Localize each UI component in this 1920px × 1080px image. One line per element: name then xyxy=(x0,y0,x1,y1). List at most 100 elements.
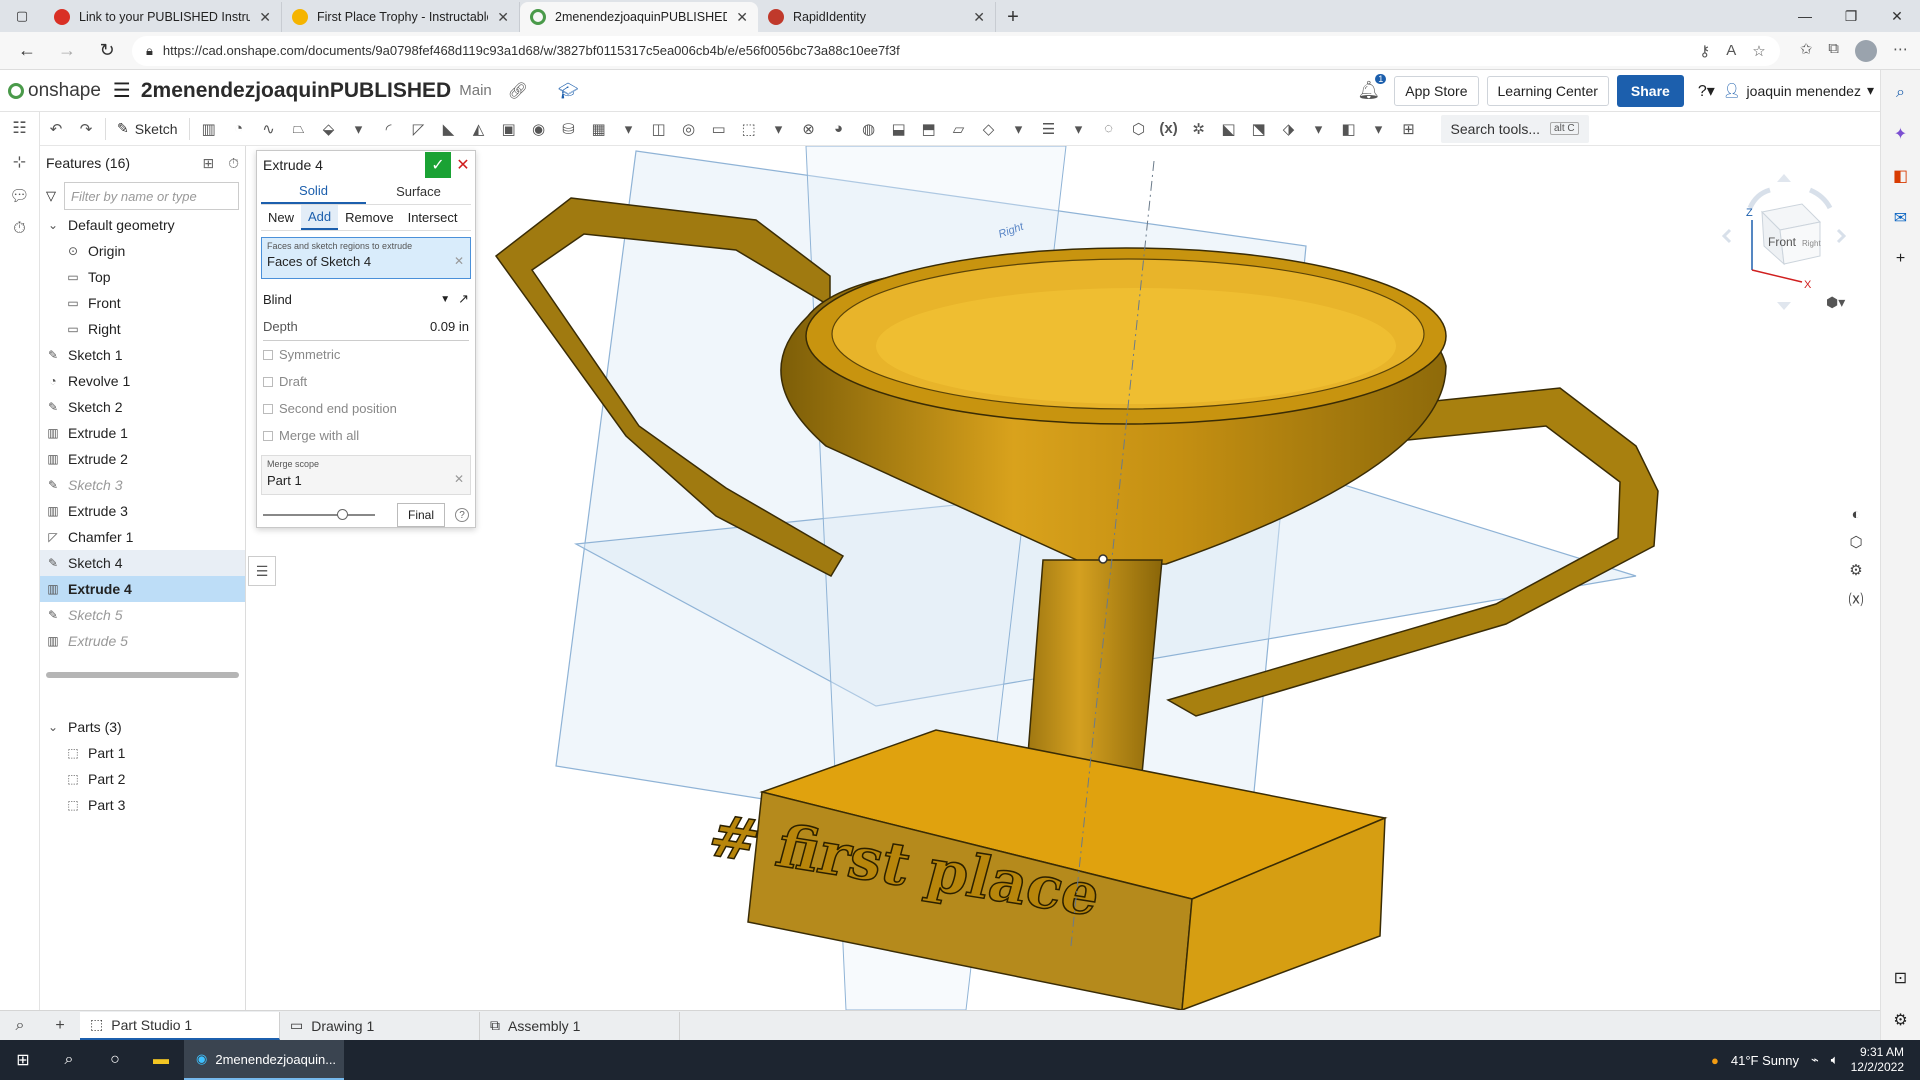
enclose-tool-icon[interactable]: ⬡ xyxy=(1125,116,1153,142)
merge-all-checkbox[interactable]: Merge with all xyxy=(263,422,469,449)
geometry-item-origin[interactable]: ⊙ Origin xyxy=(40,238,245,264)
second-end-checkbox[interactable]: Second end position xyxy=(263,395,469,422)
clear-scope-icon[interactable]: ✕ xyxy=(454,472,464,486)
boolean-tool-icon[interactable]: ◎ xyxy=(675,116,703,142)
search-tabs-icon[interactable]: ⌕ xyxy=(0,1017,40,1035)
favorites-icon[interactable]: ✩ xyxy=(1800,40,1813,62)
split-tool-icon[interactable]: ▭ xyxy=(705,116,733,142)
feature-item[interactable]: ✎ Sketch 1 xyxy=(40,342,245,368)
collections-icon[interactable]: ⧉ xyxy=(1828,40,1839,62)
frame-tool-icon[interactable]: ⬔ xyxy=(1245,116,1273,142)
history-icon[interactable]: ⏱︎ xyxy=(13,220,25,238)
onshape-logo[interactable]: onshape xyxy=(8,80,101,102)
render-mode-icon[interactable]: ⬡ xyxy=(1849,533,1862,551)
feature-item[interactable]: ▥ Extrude 2 xyxy=(40,446,245,472)
op-add[interactable]: Add xyxy=(301,205,339,230)
redo-icon[interactable]: ↷ xyxy=(72,116,100,142)
dropdown-icon[interactable]: ▾ xyxy=(1305,116,1333,142)
file-explorer-icon[interactable]: ▬ xyxy=(138,1040,184,1080)
user-menu[interactable]: 👤︎ joaquin menendez ▾ xyxy=(1723,82,1874,99)
dropdown-icon[interactable]: ▾ xyxy=(1365,116,1393,142)
op-intersect[interactable]: Intersect xyxy=(401,205,465,230)
more-icon[interactable]: ⋯ xyxy=(1893,40,1908,62)
part-item[interactable]: ⬚ Part 1 xyxy=(40,740,245,766)
start-icon[interactable]: ⊞ xyxy=(0,1040,46,1080)
rotate-ccw-icon[interactable] xyxy=(1747,187,1771,210)
thread-tool-icon[interactable]: ⛁ xyxy=(555,116,583,142)
rotate-down-icon[interactable] xyxy=(1777,302,1791,310)
rotate-cw-icon[interactable] xyxy=(1808,187,1833,210)
loft-tool-icon[interactable]: ⏢ xyxy=(285,116,313,142)
hole-tool-icon[interactable]: ◉ xyxy=(525,116,553,142)
origin-point[interactable] xyxy=(1098,554,1108,564)
clear-selection-icon[interactable]: ✕ xyxy=(454,254,464,268)
insert-icon[interactable]: ⊹ xyxy=(13,152,26,172)
3d-viewport[interactable]: Right # first place xyxy=(246,146,1880,1010)
faces-selection-field[interactable]: Faces and sketch regions to extrude Face… xyxy=(261,237,471,279)
end-type-select[interactable]: Blind ▼ ↗ xyxy=(263,285,469,313)
notifications-icon[interactable]: 🔔︎ 1 xyxy=(1357,74,1387,101)
view-cube[interactable]: Front Right Z X ⬢▾ xyxy=(1721,160,1852,311)
shell-tool-icon[interactable]: ▣ xyxy=(495,116,523,142)
app-store-button[interactable]: App Store xyxy=(1394,75,1479,106)
modify-fillet-icon[interactable]: ◕ xyxy=(825,116,853,142)
parts-group[interactable]: ⌄ Parts (3) xyxy=(40,714,245,740)
feature-item[interactable]: ▥ Extrude 5 xyxy=(40,628,245,654)
branch-name[interactable]: Main xyxy=(459,82,492,99)
new-tab-button[interactable]: + xyxy=(996,2,1030,32)
transform-tool-icon[interactable]: ⬚ xyxy=(735,116,763,142)
mate-connector-icon[interactable]: ◇ xyxy=(975,116,1003,142)
feature-item[interactable]: ✎ Sketch 2 xyxy=(40,394,245,420)
extrude-tool-icon[interactable]: ▥ xyxy=(195,116,223,142)
settings-icon[interactable]: ⚙︎ xyxy=(1893,1010,1907,1030)
volume-icon[interactable]: 🔈︎ xyxy=(1831,1052,1839,1068)
close-tab-icon[interactable]: ✕ xyxy=(973,9,985,26)
custom-feature-icon[interactable]: ✲ xyxy=(1185,116,1213,142)
chamfer-tool-icon[interactable]: ◸ xyxy=(405,116,433,142)
view-mode-icon[interactable]: ⬢▾ xyxy=(1826,294,1845,311)
forward-icon[interactable]: → xyxy=(52,36,82,66)
confirm-button[interactable]: ✓ xyxy=(425,152,451,178)
close-window-icon[interactable]: ✕ xyxy=(1874,0,1920,32)
hide-sidebar-icon[interactable]: ⊡ xyxy=(1894,968,1907,988)
feature-tree-icon[interactable]: ☷ xyxy=(12,118,26,138)
section-view-icon[interactable]: ◧ xyxy=(1335,116,1363,142)
feature-item[interactable]: ✎ Sketch 3 xyxy=(40,472,245,498)
help-icon[interactable]: ?▾ xyxy=(1698,81,1715,101)
feature-item[interactable]: ✎ Sketch 4 xyxy=(40,550,245,576)
browser-tab[interactable]: Link to your PUBLISHED Instructables ✕ xyxy=(44,2,282,32)
learning-center-button[interactable]: Learning Center xyxy=(1486,75,1609,106)
add-tab-icon[interactable]: + xyxy=(40,1017,80,1035)
helix-tool-icon[interactable]: ☰ xyxy=(1035,116,1063,142)
key-icon[interactable]: ⚷ xyxy=(1699,42,1710,60)
geometry-item-right[interactable]: ▭ Right xyxy=(40,316,245,342)
reload-icon[interactable]: ↻ xyxy=(92,36,122,66)
feature-item[interactable]: ◸ Chamfer 1 xyxy=(40,524,245,550)
replace-face-icon[interactable]: ⬒ xyxy=(915,116,943,142)
add-custom-icon[interactable]: ⊞ xyxy=(1395,116,1423,142)
feature-item[interactable]: ▥ Extrude 1 xyxy=(40,420,245,446)
dropdown-icon[interactable]: ▾ xyxy=(1005,116,1033,142)
part-item[interactable]: ⬚ Part 3 xyxy=(40,792,245,818)
delete-face-icon[interactable]: ◍ xyxy=(855,116,883,142)
url-field[interactable]: 🔒︎ https://cad.onshape.com/documents/9a0… xyxy=(132,35,1780,66)
revolve-tool-icon[interactable]: ◔ xyxy=(225,116,253,142)
rollback-icon[interactable]: ⏱︎ xyxy=(228,155,239,172)
rotate-up-icon[interactable] xyxy=(1777,174,1791,182)
menu-icon[interactable]: ☰ xyxy=(113,78,131,103)
cancel-button[interactable]: ✕ xyxy=(451,152,475,178)
symmetric-checkbox[interactable]: Symmetric xyxy=(263,341,469,368)
copilot-icon[interactable]: ✦ xyxy=(1894,124,1907,144)
taskbar-app-edge[interactable]: ◉ 2menendezjoaquin... xyxy=(184,1040,344,1080)
search-icon[interactable]: ⌕ xyxy=(46,1040,92,1080)
close-tab-icon[interactable]: ✕ xyxy=(259,9,271,26)
part-item[interactable]: ⬚ Part 2 xyxy=(40,766,245,792)
close-tab-icon[interactable]: ✕ xyxy=(497,9,509,26)
geometry-item-top[interactable]: ▭ Top xyxy=(40,264,245,290)
appearance-icon[interactable]: ◐ xyxy=(1851,506,1860,523)
op-new[interactable]: New xyxy=(261,205,301,230)
merge-scope-field[interactable]: Merge scope Part 1 ✕ xyxy=(261,455,471,495)
profile-avatar[interactable] xyxy=(1855,39,1877,62)
feature-list-toggle-icon[interactable]: ☰ xyxy=(248,556,276,586)
task-view-icon[interactable]: ○ xyxy=(92,1040,138,1080)
